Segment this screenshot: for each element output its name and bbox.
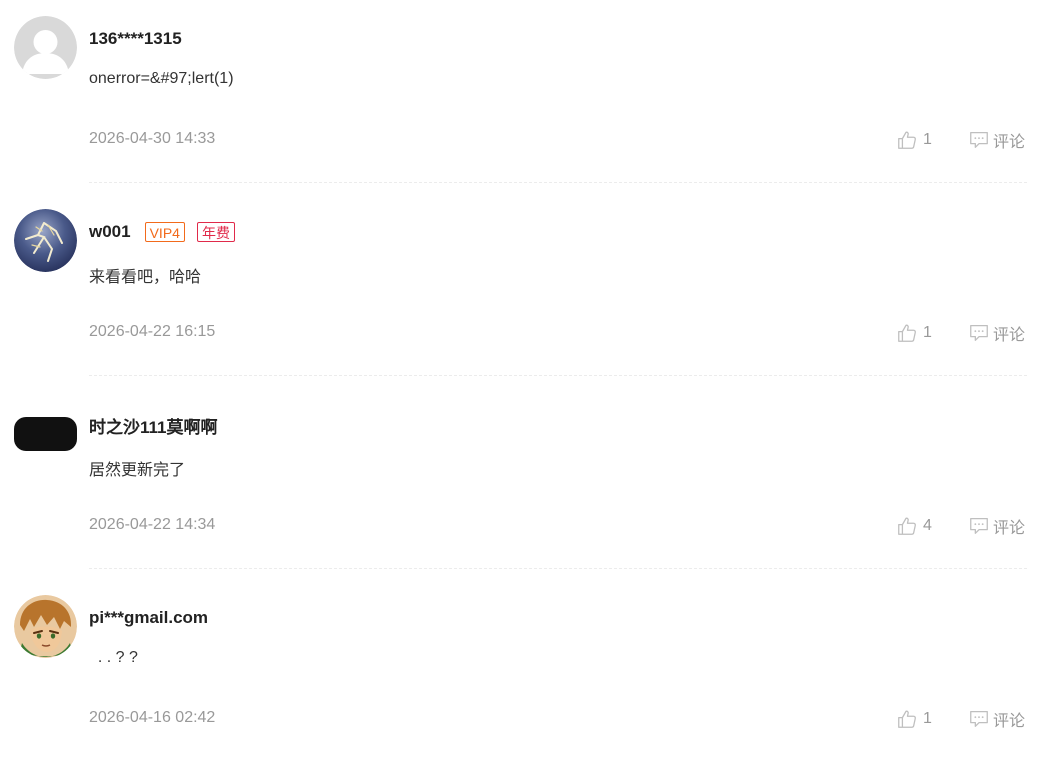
comment-list: 136****1315 onerror=&#97;lert(1) 2026-04…: [0, 0, 1052, 772]
comment-date: 2026-04-22 16:15: [89, 323, 216, 340]
comment-content: 居然更新完了: [89, 462, 186, 479]
username-row: w001 VIP4 年费: [89, 221, 235, 243]
avatar[interactable]: [14, 16, 77, 79]
lightning-avatar-icon: [14, 209, 77, 272]
comment-content: 来看看吧，哈哈: [89, 269, 202, 286]
avatar[interactable]: [14, 209, 77, 272]
like-count: 1: [923, 131, 932, 148]
comment-item: w001 VIP4 年费 来看看吧，哈哈 2026-04-22 16:15 1 …: [0, 193, 1052, 386]
default-avatar-icon: [14, 16, 77, 79]
reply-label: 评论: [993, 325, 1026, 344]
comment-bubble-icon: [970, 132, 988, 148]
divider: [89, 568, 1027, 569]
comment-date: 2026-04-16 02:42: [89, 709, 216, 726]
divider: [89, 182, 1027, 183]
username-row: 时之沙111莫啊啊: [89, 413, 218, 438]
reply-button[interactable]: 评论: [968, 707, 1025, 731]
anime-character-avatar-icon: [14, 595, 77, 658]
thumbs-up-icon: [898, 517, 916, 535]
comment-item: pi***gmail.com . . ? ? 2026-04-16 02:42 …: [0, 579, 1052, 772]
comment-date: 2026-04-22 14:34: [89, 516, 216, 533]
like-count: 1: [923, 324, 932, 341]
comment-content: onerror=&#97;lert(1): [89, 70, 234, 87]
comment-bubble-icon: [970, 325, 988, 341]
like-count: 1: [923, 710, 932, 727]
reply-button[interactable]: 评论: [968, 128, 1025, 152]
username-row: pi***gmail.com: [89, 607, 208, 629]
reply-label: 评论: [993, 711, 1026, 730]
reply-label: 评论: [993, 518, 1026, 537]
username[interactable]: 136****1315: [89, 29, 182, 49]
annual-badge: 年费: [196, 222, 235, 242]
divider: [89, 375, 1027, 376]
reply-button[interactable]: 评论: [968, 514, 1025, 538]
reply-label: 评论: [993, 132, 1026, 151]
like-button[interactable]: 1: [896, 321, 932, 345]
comment-item: 时之沙111莫啊啊 居然更新完了 2026-04-22 14:34 4 评论: [0, 386, 1052, 579]
like-button[interactable]: 1: [896, 707, 932, 731]
username[interactable]: 时之沙111莫啊啊: [89, 413, 218, 438]
avatar[interactable]: [14, 402, 77, 465]
username-row: 136****1315: [89, 28, 182, 50]
like-button[interactable]: 4: [896, 514, 932, 538]
thumbs-up-icon: [898, 131, 916, 149]
comment-bubble-icon: [970, 711, 988, 727]
vip-badge: VIP4: [144, 222, 185, 242]
like-count: 4: [923, 517, 932, 534]
avatar[interactable]: [14, 595, 77, 658]
thumbs-up-icon: [898, 710, 916, 728]
comment-content: . . ? ?: [89, 649, 138, 666]
reply-button[interactable]: 评论: [968, 321, 1025, 345]
thumbs-up-icon: [898, 324, 916, 342]
username[interactable]: pi***gmail.com: [89, 608, 208, 628]
comment-date: 2026-04-30 14:33: [89, 130, 216, 147]
like-button[interactable]: 1: [896, 128, 932, 152]
comment-item: 136****1315 onerror=&#97;lert(1) 2026-04…: [0, 0, 1052, 193]
black-avatar-icon: [14, 417, 77, 451]
username[interactable]: w001: [89, 222, 131, 242]
comment-bubble-icon: [970, 518, 988, 534]
